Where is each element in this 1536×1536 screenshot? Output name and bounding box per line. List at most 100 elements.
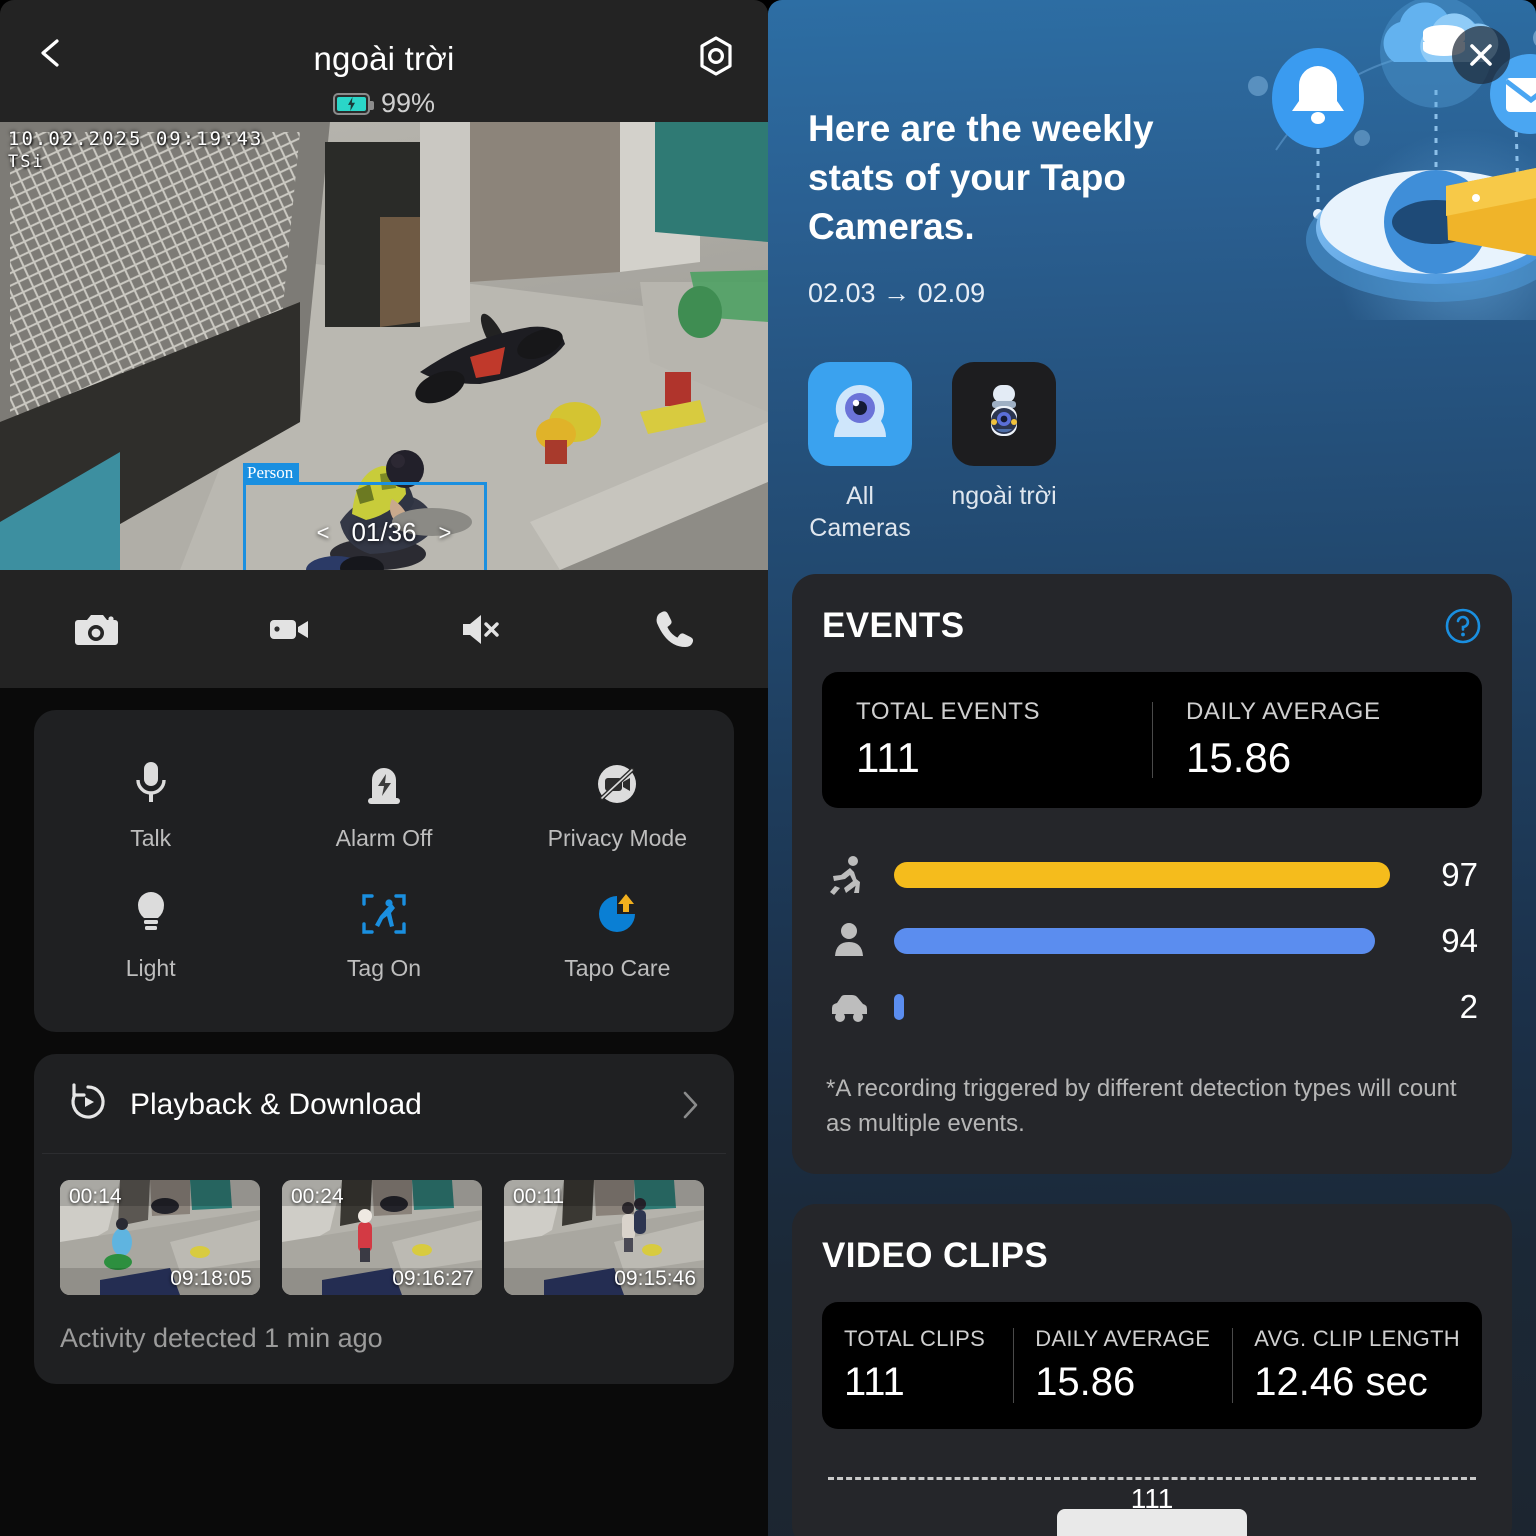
bar-value: 94	[1441, 922, 1478, 959]
prev-frame-button[interactable]: <	[317, 520, 330, 546]
feature-label: Tapo Care	[564, 955, 671, 981]
stat-total-clips: TOTAL CLIPS 111	[822, 1326, 1013, 1405]
bar-value: 97	[1441, 856, 1478, 893]
events-footnote: *A recording triggered by different dete…	[826, 1075, 1457, 1137]
detection-type-bar-chart: 97 94 2	[822, 808, 1482, 1050]
clip-time: 09:16:27	[392, 1267, 474, 1290]
stat-value: 12.46 sec	[1254, 1359, 1428, 1404]
feature-privacy-mode[interactable]: Privacy Mode	[501, 744, 734, 874]
clip-duration: 00:11	[513, 1185, 564, 1208]
snapshot-button[interactable]	[0, 570, 192, 688]
feature-label: Alarm Off	[335, 825, 433, 851]
feature-grid-card: Talk Alarm Off Privacy Mode Light Tag On…	[34, 710, 734, 1032]
feature-alarm[interactable]: Alarm Off	[267, 744, 500, 874]
stats-hero: Here are the weekly stats of your Tapo C…	[768, 0, 1536, 330]
chart-column	[1057, 1508, 1247, 1536]
battery-percent: 99%	[380, 88, 436, 118]
activity-status: Activity detected 1 min ago	[60, 1323, 383, 1353]
video-clips-panel: VIDEO CLIPS TOTAL CLIPS 111 DAILY AVERAG…	[792, 1203, 1512, 1536]
stat-value: 111	[844, 1359, 905, 1404]
clip-thumbnail[interactable]: 00:24 09:16:27	[282, 1180, 482, 1295]
feature-label: Tag On	[346, 955, 422, 981]
frame-counter: 01/36	[351, 517, 417, 547]
bar-fill	[894, 862, 1390, 888]
video-controls-bar	[0, 570, 768, 688]
app-screen: ngoài trời 99% 10.02.2025 09:19:43 TSi P…	[0, 0, 1536, 1536]
gear-icon[interactable]	[694, 34, 738, 78]
tapo-care-icon	[593, 890, 641, 938]
feature-tapo-care[interactable]: Tapo Care	[501, 874, 734, 1004]
weekly-stats-pane: Here are the weekly stats of your Tapo C…	[768, 0, 1536, 1536]
running-person-icon	[826, 852, 872, 898]
clip-thumbnail-list: 00:14 09:18:05 00:24 09:16:27 00:11 09:1…	[34, 1154, 734, 1305]
camera-topbar: ngoài trời 99%	[0, 0, 768, 122]
camera-tab-all[interactable]: All Cameras	[808, 362, 912, 544]
stat-label: DAILY AVERAGE	[1186, 698, 1381, 725]
bar-row-motion: 97	[826, 842, 1478, 908]
bar-fill	[894, 928, 1375, 954]
playback-header[interactable]: Playback & Download	[42, 1054, 726, 1154]
bar-track	[894, 994, 1390, 1020]
chevron-right-icon[interactable]	[682, 1090, 700, 1120]
battery-charging-icon	[332, 92, 374, 115]
camera-selector: All Cameras ngoài trời	[768, 330, 1536, 544]
events-title: EVENTS	[822, 606, 965, 645]
feature-talk[interactable]: Talk	[34, 744, 267, 874]
webcam-icon	[808, 362, 912, 466]
feature-label: Talk	[130, 825, 172, 851]
playback-download-card[interactable]: Playback & Download 00:14 09:18:05 00:24…	[34, 1054, 734, 1384]
clip-thumbnail[interactable]: 00:14 09:18:05	[60, 1180, 260, 1295]
lightbulb-icon	[133, 890, 169, 938]
camera-icon	[75, 615, 118, 645]
person-icon	[826, 918, 872, 964]
clip-thumbnail[interactable]: 00:11 09:15:46	[504, 1180, 704, 1295]
playback-rewind-icon	[68, 1082, 108, 1127]
stat-label: AVG. CLIP LENGTH	[1254, 1325, 1460, 1351]
stats-title: Here are the weekly stats of your Tapo C…	[808, 108, 1154, 247]
live-video-view[interactable]: 10.02.2025 09:19:43 TSi Person < 01/36 >	[0, 122, 768, 570]
close-icon[interactable]	[1452, 26, 1510, 84]
feature-label: Light	[125, 955, 176, 981]
bar-row-person: 94	[826, 908, 1478, 974]
video-clips-header: VIDEO CLIPS	[822, 1236, 1482, 1276]
stats-date-range: 02.03 → 02.09	[808, 278, 986, 308]
feature-light[interactable]: Light	[34, 874, 267, 1004]
microphone-icon	[133, 760, 169, 808]
camera-tab-label: All Cameras	[809, 482, 911, 542]
frame-navigator: < 01/36 >	[0, 517, 768, 548]
axis-dashed-line	[828, 1476, 1476, 1480]
stat-value: 111	[856, 734, 920, 781]
stat-avg-clip-length: AVG. CLIP LENGTH 12.46 sec	[1232, 1326, 1482, 1405]
timestamp-line-2: TSi	[8, 151, 45, 172]
bullet-camera-icon	[952, 362, 1056, 466]
clip-time: 09:15:46	[614, 1267, 696, 1290]
stat-value: 15.86	[1186, 734, 1292, 781]
feature-label: Privacy Mode	[547, 825, 687, 851]
playback-title: Playback & Download	[130, 1087, 422, 1121]
bar-track	[894, 928, 1390, 954]
clip-duration: 00:14	[69, 1185, 122, 1208]
call-button[interactable]	[576, 570, 768, 688]
camera-live-pane: ngoài trời 99% 10.02.2025 09:19:43 TSi P…	[0, 0, 768, 1536]
stat-label: TOTAL EVENTS	[856, 698, 1041, 725]
help-circle-icon[interactable]	[1444, 607, 1482, 645]
phone-icon	[656, 611, 694, 647]
camera-tab-outdoor[interactable]: ngoài trời	[951, 362, 1057, 544]
mute-button[interactable]	[384, 570, 576, 688]
events-stat-strip: TOTAL EVENTS 111 DAILY AVERAGE 15.86	[822, 672, 1482, 808]
record-button[interactable]	[192, 570, 384, 688]
bar-track	[894, 862, 1390, 888]
stat-label: TOTAL CLIPS	[844, 1325, 986, 1351]
next-frame-button[interactable]: >	[439, 520, 452, 546]
video-timestamp-overlay: 10.02.2025 09:19:43 TSi	[8, 128, 263, 173]
stat-clips-daily-average: DAILY AVERAGE 15.86	[1013, 1326, 1232, 1405]
clip-duration: 00:24	[291, 1185, 344, 1208]
stat-daily-average: DAILY AVERAGE 15.86	[1152, 698, 1482, 782]
feature-tag-on[interactable]: Tag On	[267, 874, 500, 1004]
camera-tab-label: ngoài trời	[951, 482, 1057, 510]
timestamp-line-1: 10.02.2025 09:19:43	[8, 128, 264, 150]
motion-tag-icon	[360, 890, 408, 938]
bar-value: 2	[1459, 988, 1478, 1025]
video-clips-title: VIDEO CLIPS	[822, 1235, 1049, 1275]
bar-fill	[894, 994, 905, 1020]
